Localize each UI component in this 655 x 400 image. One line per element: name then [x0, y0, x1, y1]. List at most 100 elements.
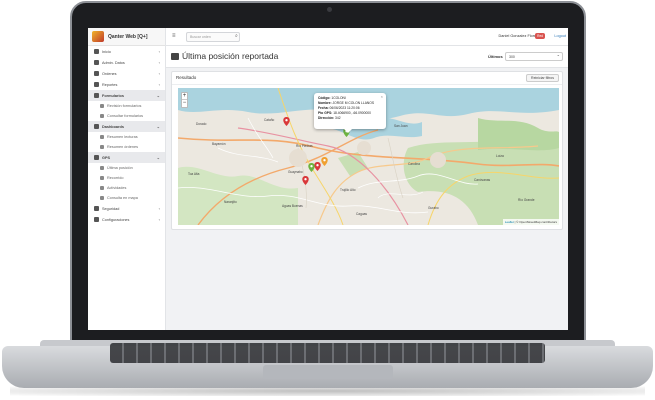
sidebar-item-label: Resumen lecturas — [107, 135, 138, 139]
chevron-icon: ‹ — [158, 217, 160, 222]
chevron-icon: ⌄ — [156, 93, 160, 98]
map[interactable]: Bayamón Guaynabo Río Piedras Carolina Tr… — [178, 88, 559, 225]
sidebar-item-resumen-ordenes[interactable]: Resumen órdenes — [88, 142, 165, 152]
map-label: Aguas Buenas — [282, 204, 303, 208]
sidebar-item-resumen-lecturas[interactable]: Resumen lecturas — [88, 132, 165, 142]
chevron-icon: ‹ — [158, 206, 160, 211]
nav-icon — [94, 217, 99, 222]
map-marker-red[interactable] — [283, 117, 290, 126]
popup-row-label: Nombre: — [318, 101, 332, 105]
popup-row-label: Dirección: — [318, 116, 335, 120]
sidebar-item-reportes[interactable]: Reportes ‹ — [88, 79, 165, 90]
sidebar-item-consulta-en-mapa[interactable]: Consulta en mapa — [88, 193, 165, 203]
popup-row-value: 06/06/2023 11:20:06 — [328, 106, 360, 110]
popup-tip — [344, 129, 352, 133]
leaflet-link[interactable]: Leaflet — [505, 220, 514, 224]
logout-link[interactable]: Logout — [554, 34, 566, 38]
chevron-icon: ‹ — [158, 60, 160, 65]
nav-icon — [100, 196, 104, 200]
popup-row-value: 342 — [334, 116, 341, 120]
popup-row-label: Código: — [318, 96, 331, 100]
sidebar-item-label: Seguridad — [102, 206, 120, 211]
nav-icon — [94, 71, 99, 76]
sidebar-item-label: Admin. Datos — [102, 60, 125, 65]
sidebar-item-label: Revisión formularios — [107, 104, 142, 108]
filter-label: Últimos — [488, 54, 503, 59]
sidebar-item-actividades[interactable]: Actividades — [88, 183, 165, 193]
page-title: Última posición reportada — [171, 51, 278, 61]
map-label: Trujillo Alto — [340, 188, 356, 192]
sidebar-item-formularios[interactable]: Formularios ⌄ — [88, 90, 165, 101]
map-label: Caguas — [356, 212, 367, 216]
sidebar-item-inicio[interactable]: Inicio ‹ — [88, 46, 165, 57]
result-panel: Resultado Reiniciar filtros Bayamón Guay… — [171, 71, 563, 230]
nav-icon — [94, 155, 99, 160]
sidebar-item-configuraciones[interactable]: Configuraciones ‹ — [88, 214, 165, 225]
nav-icon — [100, 114, 104, 118]
nav-icon — [94, 82, 99, 87]
map-marker-red[interactable] — [314, 162, 321, 171]
sidebar-item-label: Ordenes — [102, 71, 117, 76]
filter-select[interactable]: 300 — [505, 52, 563, 61]
sidebar-item-ordenes[interactable]: Ordenes ‹ — [88, 68, 165, 79]
nav-icon — [100, 145, 104, 149]
nav-icon — [100, 135, 104, 139]
panel-header: Resultado Reiniciar filtros — [172, 72, 562, 85]
chevron-icon: ⌄ — [156, 124, 160, 129]
topbar: ≡ Buscar orden ⌕ Daniel Gonzalez Flores … — [166, 28, 568, 46]
user-name[interactable]: Daniel Gonzalez Flores — [499, 34, 538, 38]
zoom-out-button[interactable]: − — [182, 100, 187, 107]
sidebar-item-admin-datos[interactable]: Admin. Datos ‹ — [88, 57, 165, 68]
sidebar-item-recorrido[interactable]: Recorrido — [88, 173, 165, 183]
sidebar-item-consultar-formularios[interactable]: Consultar formularios — [88, 111, 165, 121]
search-input[interactable]: Buscar orden — [186, 32, 240, 42]
page-title-text: Última posición reportada — [182, 51, 279, 61]
menu-toggle-icon[interactable]: ≡ — [172, 33, 176, 39]
sidebar-item-label: Dashboards — [102, 124, 124, 129]
sidebar-item-label: Actividades — [107, 186, 127, 190]
sidebar-item-dashboards[interactable]: Dashboards ⌄ — [88, 121, 165, 132]
laptop-frame: Qanter Web [Q+] Inicio ‹ Admin. Datos ‹ Orde… — [0, 0, 655, 400]
popup-row: Dirección: 342 — [318, 116, 382, 121]
popup-row-value: 18.4066900, -66.0900000 — [332, 111, 371, 115]
sidebar-nav: Inicio ‹ Admin. Datos ‹ Ordenes ‹ Reportes ‹ For… — [88, 46, 165, 225]
brand-name: Qanter Web [Q+] — [108, 33, 148, 40]
nav-icon — [94, 124, 99, 129]
map-label: Toa Alta — [188, 172, 200, 176]
popup-row-value: 1COLONI — [330, 96, 346, 100]
map-marker-green[interactable] — [308, 163, 315, 172]
brand[interactable]: Qanter Web [Q+] — [88, 28, 165, 46]
map-label: Gurabo — [428, 206, 439, 210]
map-marker-red[interactable] — [302, 176, 309, 185]
sidebar-item-label: Configuraciones — [102, 217, 130, 222]
sidebar-item-ultima-posicion[interactable]: Última posición — [88, 163, 165, 173]
sidebar-item-revision-formularios[interactable]: Revisión formularios — [88, 101, 165, 111]
popup-close-button[interactable]: × — [381, 94, 383, 99]
nav-icon — [94, 49, 99, 54]
map-label: Dorado — [196, 122, 207, 126]
nav-icon — [100, 166, 104, 170]
reset-filters-button[interactable]: Reiniciar filtros — [526, 74, 559, 82]
sidebar-item-gps[interactable]: GPS ⌄ — [88, 152, 165, 163]
map-label: Naranjito — [224, 200, 237, 204]
touchpad — [263, 365, 393, 379]
map-attribution: Leaflet | © OpenStreetMap contributors — [502, 219, 559, 225]
marker-popup: × Código: 1COLONI Nombre: JORGE M COLON L… — [314, 93, 386, 133]
search-icon[interactable]: ⌕ — [235, 33, 238, 39]
zoom-in-button[interactable]: + — [182, 93, 187, 100]
chevron-icon: ⌄ — [156, 155, 160, 160]
page-header: Última posición reportada Últimos 300 — [166, 46, 568, 68]
panel-title: Resultado — [176, 75, 197, 80]
popup-row-label: Pto GPS: — [318, 111, 333, 115]
map-marker-orange[interactable] — [321, 157, 328, 166]
sidebar-item-label: Formularios — [102, 93, 124, 98]
nav-icon — [94, 93, 99, 98]
sidebar-item-label: Inicio — [102, 49, 111, 54]
map-label: Guaynabo — [288, 170, 303, 174]
map-label: Canóvanas — [474, 178, 491, 182]
map-label: Loíza — [496, 154, 504, 158]
sidebar-item-label: Última posición — [107, 166, 133, 170]
screen: Qanter Web [Q+] Inicio ‹ Admin. Datos ‹ Orde… — [88, 28, 568, 330]
sidebar-item-seguridad[interactable]: Seguridad ‹ — [88, 203, 165, 214]
nav-icon — [94, 60, 99, 65]
